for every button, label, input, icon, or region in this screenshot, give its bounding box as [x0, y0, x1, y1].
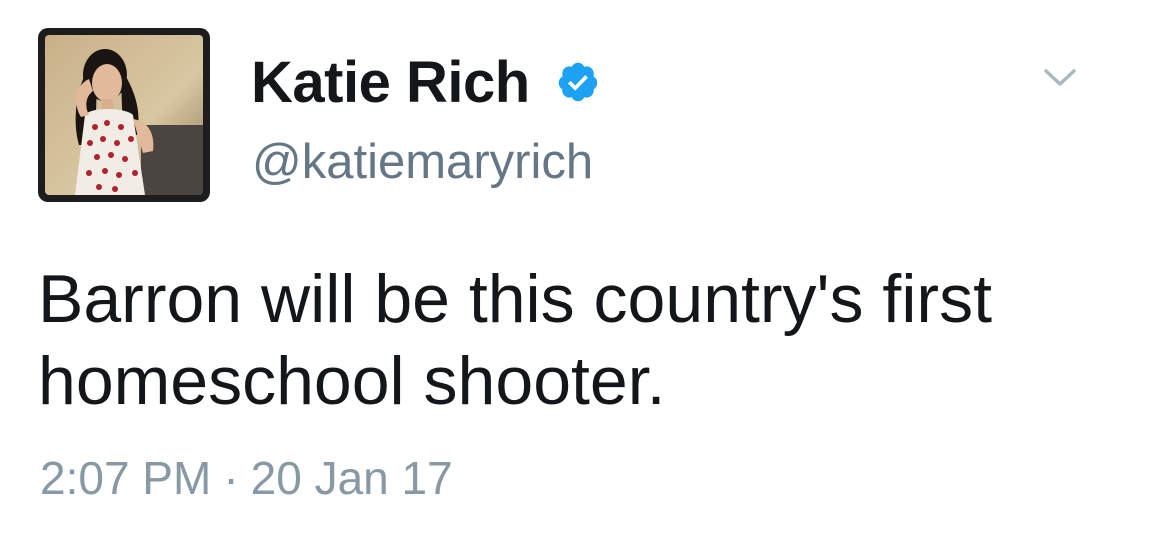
verified-badge-icon [558, 62, 598, 102]
tweet-text: Barron will be this country's first home… [38, 261, 992, 419]
tweet-time: 2:07 PM [40, 452, 212, 504]
display-name[interactable]: Katie Rich [251, 50, 530, 116]
tweet-card: Katie Rich @katiemaryrich Barron will be… [0, 0, 1152, 535]
avatar[interactable] [38, 28, 210, 202]
tweet-timestamp[interactable]: 2:07 PM · 20 Jan 17 [40, 450, 453, 506]
avatar-photo [45, 35, 203, 195]
timestamp-separator: · [223, 452, 239, 504]
user-handle[interactable]: @katiemaryrich [252, 133, 593, 191]
tweet-date: 20 Jan 17 [250, 452, 453, 504]
chevron-down-icon[interactable] [1040, 62, 1080, 92]
